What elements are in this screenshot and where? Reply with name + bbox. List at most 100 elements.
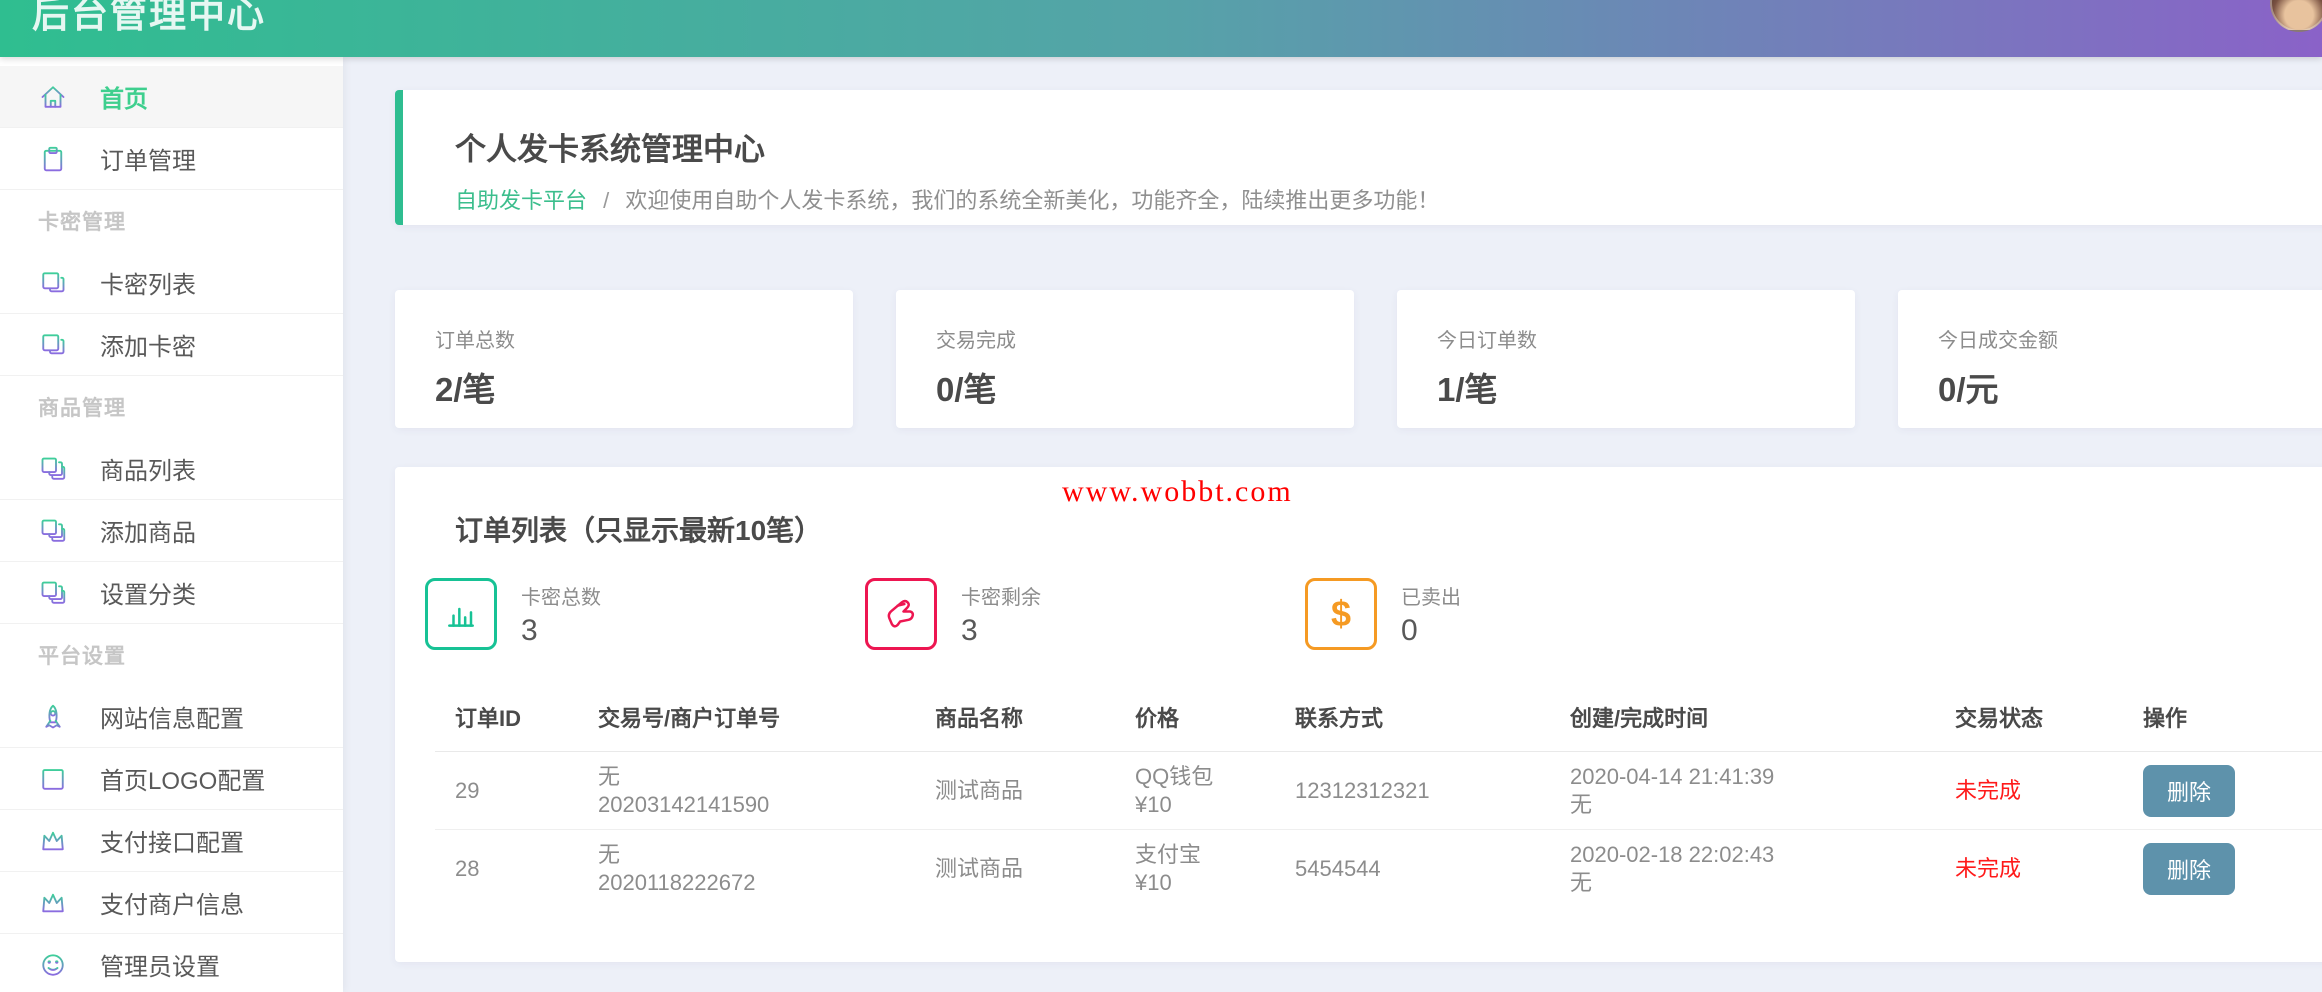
layers-icon xyxy=(38,516,68,546)
trade-no-line1: 无 xyxy=(598,764,620,789)
sidebar-section-card-mgmt: 卡密管理 xyxy=(0,190,343,252)
sidebar-item-orders[interactable]: 订单管理 xyxy=(0,128,343,190)
order-table: 订单ID 交易号/商户订单号 商品名称 价格 联系方式 创建/完成时间 交易状态… xyxy=(435,687,2322,907)
sidebar-item-site-info-config[interactable]: 网站信息配置 xyxy=(0,686,343,748)
cell-price: QQ钱包 ¥10 xyxy=(1135,763,1295,819)
cell-price: 支付宝 ¥10 xyxy=(1135,841,1295,897)
sidebar-section-label: 平台设置 xyxy=(38,640,126,670)
sidebar-section-product-mgmt: 商品管理 xyxy=(0,376,343,438)
user-avatar[interactable] xyxy=(2270,0,2322,32)
crown-icon xyxy=(38,888,68,918)
sidebar-item-label: 添加卡密 xyxy=(100,327,196,362)
top-header-bar: 后台管理中心 xyxy=(0,0,2322,57)
column-header-contact: 联系方式 xyxy=(1295,705,1570,733)
sidebar-item-category-settings[interactable]: 设置分类 xyxy=(0,562,343,624)
stat-value: 0/笔 xyxy=(936,363,1354,411)
welcome-title: 个人发卡系统管理中心 xyxy=(455,124,2322,169)
price-method: 支付宝 xyxy=(1135,842,1201,867)
sidebar-item-card-list[interactable]: 卡密列表 xyxy=(0,252,343,314)
ministat-card-remaining: 卡密剩余 3 xyxy=(865,575,1305,653)
delete-button[interactable]: 删除 xyxy=(2143,843,2235,895)
cell-actions: 删除 xyxy=(2143,765,2322,817)
rocket-icon xyxy=(38,702,68,732)
cell-actions: 删除 xyxy=(2143,843,2322,895)
sidebar-item-logo-config[interactable]: 首页LOGO配置 xyxy=(0,748,343,810)
sidebar-item-card-add[interactable]: 添加卡密 xyxy=(0,314,343,376)
sidebar-item-label: 添加商品 xyxy=(100,513,196,548)
stat-card-total-orders: 订单总数 2/笔 xyxy=(395,290,853,428)
ministat-card-total: 卡密总数 3 xyxy=(425,575,865,653)
layers-icon xyxy=(38,578,68,608)
sidebar-item-product-add[interactable]: 添加商品 xyxy=(0,500,343,562)
order-list-panel: www.wobbt.com 订单列表（只显示最新10笔） 卡密总数 3 xyxy=(395,467,2322,962)
sidebar-item-product-list[interactable]: 商品列表 xyxy=(0,438,343,500)
stat-label: 今日成交金额 xyxy=(1938,324,2322,353)
delete-button[interactable]: 删除 xyxy=(2143,765,2235,817)
ministat-card-sold: $ 已卖出 0 xyxy=(1305,575,1745,653)
app-title: 后台管理中心 xyxy=(32,0,266,38)
table-row: 29 无 20203142141590 测试商品 QQ钱包 ¥10 123123… xyxy=(435,752,2322,830)
ministat-label: 卡密剩余 xyxy=(961,581,1041,610)
column-header-time: 创建/完成时间 xyxy=(1570,705,1955,733)
sidebar-item-payment-merchant-info[interactable]: 支付商户信息 xyxy=(0,872,343,934)
sidebar-item-label: 支付接口配置 xyxy=(100,823,244,858)
column-header-status: 交易状态 xyxy=(1955,705,2143,733)
status-badge: 未完成 xyxy=(1955,777,2143,805)
smiley-icon xyxy=(38,950,68,980)
sidebar-item-payment-api-config[interactable]: 支付接口配置 xyxy=(0,810,343,872)
cell-product: 测试商品 xyxy=(935,855,1135,883)
time-created: 2020-04-14 21:41:39 xyxy=(1570,764,1774,789)
trade-no-line2: 20203142141590 xyxy=(598,791,935,819)
main-content: 个人发卡系统管理中心 自助发卡平台 / 欢迎使用自助个人发卡系统，我们的系统全新… xyxy=(343,57,2322,992)
welcome-subtitle: 自助发卡平台 / 欢迎使用自助个人发卡系统，我们的系统全新美化，功能齐全，陆续推… xyxy=(455,183,2322,215)
stat-value: 0/元 xyxy=(1938,363,2322,411)
sidebar-item-label: 首页LOGO配置 xyxy=(100,761,265,796)
layers-icon xyxy=(38,268,68,298)
order-list-title: 订单列表（只显示最新10笔） xyxy=(455,509,2322,549)
column-header-trade-no: 交易号/商户订单号 xyxy=(598,705,935,733)
column-header-actions: 操作 xyxy=(2143,705,2322,733)
trade-no-line2: 2020118222672 xyxy=(598,869,935,897)
ministat-value: 3 xyxy=(521,614,601,648)
platform-name: 自助发卡平台 xyxy=(455,188,587,213)
stat-label: 交易完成 xyxy=(936,324,1354,353)
stat-value: 2/笔 xyxy=(435,363,853,411)
cell-product: 测试商品 xyxy=(935,777,1135,805)
ministats-row: 卡密总数 3 卡密剩余 3 $ xyxy=(425,575,2322,653)
stat-card-today-amount: 今日成交金额 0/元 xyxy=(1898,290,2322,428)
stat-label: 今日订单数 xyxy=(1437,324,1855,353)
watermark-text: www.wobbt.com xyxy=(1062,475,1293,509)
cell-time: 2020-04-14 21:41:39 无 xyxy=(1570,763,1955,819)
column-header-price: 价格 xyxy=(1135,705,1295,733)
cell-contact: 5454544 xyxy=(1295,855,1570,883)
trade-no-line1: 无 xyxy=(598,842,620,867)
table-row: 28 无 2020118222672 测试商品 支付宝 ¥10 5454544 … xyxy=(435,830,2322,907)
ministat-value: 3 xyxy=(961,614,1041,648)
sidebar-item-label: 网站信息配置 xyxy=(100,699,244,734)
time-created: 2020-02-18 22:02:43 xyxy=(1570,842,1774,867)
sidebar-item-label: 支付商户信息 xyxy=(100,885,244,920)
crown-icon xyxy=(38,826,68,856)
welcome-banner: 个人发卡系统管理中心 自助发卡平台 / 欢迎使用自助个人发卡系统，我们的系统全新… xyxy=(395,90,2322,225)
sidebar-item-label: 管理员设置 xyxy=(100,947,220,982)
clipboard-icon xyxy=(38,144,68,174)
sidebar-item-home[interactable]: 首页 xyxy=(0,66,343,128)
status-badge: 未完成 xyxy=(1955,855,2143,883)
sidebar-section-label: 卡密管理 xyxy=(38,206,126,236)
sidebar-item-label: 设置分类 xyxy=(100,575,196,610)
sidebar-item-admin-settings[interactable]: 管理员设置 xyxy=(0,934,343,992)
sidebar-section-platform-settings: 平台设置 xyxy=(0,624,343,686)
cell-trade-no: 无 2020118222672 xyxy=(598,841,935,897)
stat-value: 1/笔 xyxy=(1437,363,1855,411)
bar-chart-icon xyxy=(425,578,497,650)
price-method: QQ钱包 xyxy=(1135,764,1213,789)
dollar-icon: $ xyxy=(1305,578,1377,650)
price-amount: ¥10 xyxy=(1135,791,1295,819)
cell-contact: 12312312321 xyxy=(1295,777,1570,805)
home-icon xyxy=(38,82,68,112)
sidebar-item-label: 商品列表 xyxy=(100,451,196,486)
time-completed: 无 xyxy=(1570,869,1955,897)
ministat-value: 0 xyxy=(1401,614,1461,648)
column-header-product: 商品名称 xyxy=(935,705,1135,733)
layers-icon xyxy=(38,330,68,360)
